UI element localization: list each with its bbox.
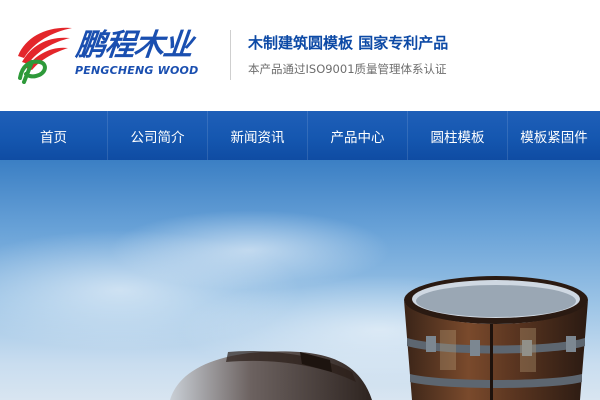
logo-chinese-text: 鹏程木业: [74, 28, 194, 63]
logo-mark-icon: [18, 27, 72, 84]
right-formwork-cylinder: [404, 276, 588, 400]
nav-item-products[interactable]: 产品中心: [308, 111, 408, 160]
site-header: 鹏程木业 PENGCHENG WOOD 木制建筑圆模板 国家专利产品 本产品通过…: [0, 0, 600, 111]
banner-product-image: [0, 210, 588, 400]
main-nav: 首页 公司简介 新闻资讯 产品中心 圆柱模板 模板紧固件: [0, 111, 600, 160]
header-slogan: 木制建筑圆模板 国家专利产品: [248, 34, 449, 52]
nav-item-fasteners[interactable]: 模板紧固件: [508, 111, 600, 160]
header-subslogan: 本产品通过ISO9001质量管理体系认证: [248, 62, 447, 76]
header-divider: [230, 30, 231, 80]
nav-item-about[interactable]: 公司简介: [108, 111, 208, 160]
brand-logo[interactable]: 鹏程木业 PENGCHENG WOOD: [12, 18, 212, 84]
hero-banner[interactable]: [0, 160, 600, 400]
nav-item-column-formwork[interactable]: 圆柱模板: [408, 111, 508, 160]
nav-item-news[interactable]: 新闻资讯: [208, 111, 308, 160]
nav-item-home[interactable]: 首页: [0, 111, 108, 160]
logo-english-text: PENGCHENG WOOD: [75, 64, 199, 77]
